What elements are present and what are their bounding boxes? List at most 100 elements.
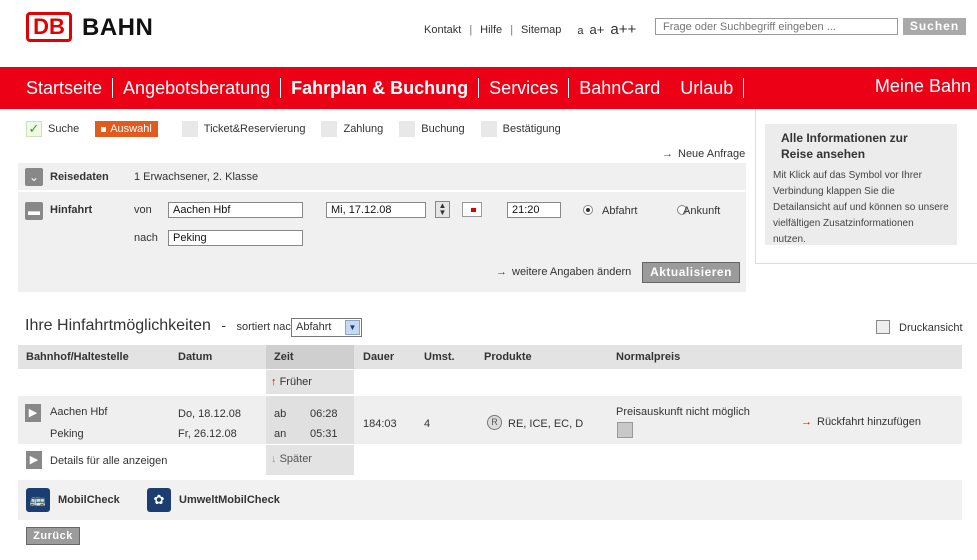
to-station-field[interactable]: Peking	[168, 230, 303, 246]
ankunft-label: Ankunft	[683, 205, 721, 217]
step-label: Zahlung	[343, 123, 384, 135]
umwelt-link[interactable]: UmweltMobilCheck	[179, 494, 280, 506]
col-dauer: Dauer	[363, 351, 395, 363]
ab-label: ab	[274, 408, 287, 420]
weitere-angaben-link[interactable]: → weitere Angaben ändern	[496, 266, 631, 278]
earlier-button[interactable]: ↑ Früher	[266, 370, 354, 394]
an-label: an	[274, 428, 287, 440]
search-input[interactable]	[655, 18, 898, 35]
step-suche[interactable]: ✓ Suche	[26, 121, 79, 137]
print-link[interactable]: Druckansicht	[899, 322, 963, 334]
check-icon: ✓	[26, 121, 42, 137]
mobilcheck-icon[interactable]: 🚌	[26, 488, 50, 512]
arrow-right-icon: →	[662, 148, 673, 160]
nach-label: nach	[134, 232, 158, 244]
arrow-right-icon: →	[496, 266, 507, 278]
duration: 184:03	[363, 418, 397, 430]
info-title: Alle Informationen zur Reise ansehen	[781, 131, 908, 161]
from-station-field[interactable]: Aachen Hbf	[168, 202, 303, 218]
von-label: von	[134, 204, 152, 216]
info-box: Alle Informationen zur Reise ansehen Mit…	[765, 124, 957, 245]
col-produkte: Produkte	[484, 351, 532, 363]
calendar-icon[interactable]	[462, 202, 482, 217]
font-size-medium[interactable]: a+	[590, 22, 605, 37]
search-button[interactable]: Suchen	[903, 18, 966, 35]
earlier-label: Früher	[279, 376, 312, 388]
reisedaten-row: ⌄ Reisedaten 1 Erwachsener, 2. Klasse	[18, 163, 746, 191]
details-all-link[interactable]: Details für alle anzeigen	[50, 455, 167, 467]
chevron-right-icon[interactable]: ▶	[26, 451, 42, 469]
sort-value: Abfahrt	[296, 321, 332, 333]
neue-anfrage-label: Neue Anfrage	[678, 148, 746, 160]
umwelt-icon[interactable]: ✿	[147, 488, 171, 512]
square-bullet-icon	[101, 126, 107, 132]
collapse-toggle-icon[interactable]: ⌄	[25, 168, 43, 186]
logo-text[interactable]: BAHN	[82, 14, 153, 42]
nav-urlaub[interactable]: Urlaub	[670, 78, 745, 98]
aktualisieren-button[interactable]: Aktualisieren	[642, 262, 740, 283]
later-button[interactable]: ↓ Später	[266, 445, 354, 475]
arrow-right-icon: →	[801, 416, 812, 428]
link-sitemap[interactable]: Sitemap	[521, 24, 561, 36]
col-bahnhof: Bahnhof/Haltestelle	[26, 351, 129, 363]
abfahrt-radio[interactable]	[583, 205, 593, 215]
step-box-icon	[399, 121, 416, 137]
date-field[interactable]: Mi, 17.12.08	[326, 202, 426, 218]
results-title-text: Ihre Hinfahrtmöglichkeiten	[25, 317, 211, 334]
time-dep: 06:28	[310, 408, 338, 420]
step-buchung: Buchung	[399, 121, 465, 137]
step-label: Ticket&Reservierung	[203, 123, 306, 135]
db-logo[interactable]: DB	[26, 12, 72, 42]
font-size-large[interactable]: a++	[610, 21, 636, 38]
font-size-small[interactable]: a	[577, 25, 583, 37]
col-umst: Umst.	[424, 351, 455, 363]
reservation-icon: R	[487, 415, 502, 430]
rueckfahrt-link[interactable]: → Rückfahrt hinzufügen	[801, 416, 921, 428]
time-cell: ab 06:28 an 05:31	[266, 396, 354, 444]
step-label: Bestätigung	[502, 123, 561, 135]
nav-startseite[interactable]: Startseite	[0, 78, 114, 98]
from-station: Aachen Hbf	[50, 406, 108, 418]
top-links: Kontakt | Hilfe | Sitemap a a+ a++	[424, 21, 636, 38]
nav-services[interactable]: Services	[479, 78, 570, 98]
results-dash: -	[221, 317, 226, 333]
arrow-down-icon: ↓	[271, 453, 277, 465]
date-arr: Fr, 26.12.08	[178, 428, 237, 440]
date-stepper-icon[interactable]: ▲ ▼	[435, 201, 450, 218]
table-row: ▶ Aachen Hbf Peking Do, 18.12.08 Fr, 26.…	[18, 396, 962, 444]
step-box-icon	[181, 121, 198, 137]
later-label: Später	[279, 453, 312, 465]
arrow-up-icon: ↑	[271, 376, 277, 388]
step-bestaetigung: Bestätigung	[480, 121, 561, 137]
neue-anfrage-link[interactable]: → Neue Anfrage	[662, 148, 745, 160]
nav-bahncard[interactable]: BahnCard	[569, 78, 670, 98]
step-ticket: Ticket&Reservierung	[181, 121, 306, 137]
separator: |	[469, 23, 473, 36]
step-label: Suche	[48, 123, 80, 135]
step-box-icon	[321, 121, 338, 137]
mobilcheck-link[interactable]: MobilCheck	[58, 494, 120, 506]
back-button[interactable]: Zurück	[26, 527, 80, 545]
rueckfahrt-label: Rückfahrt hinzufügen	[817, 416, 921, 428]
nav-fahrplan-buchung[interactable]: Fahrplan & Buchung	[281, 78, 480, 98]
nav-meine-bahn[interactable]: Meine Bahn	[875, 76, 971, 97]
chevron-right-icon[interactable]: ▶	[25, 404, 41, 422]
abfahrt-label: Abfahrt	[602, 205, 638, 217]
sort-select[interactable]: Abfahrt ▼	[291, 318, 362, 337]
link-hilfe[interactable]: Hilfe	[480, 24, 502, 36]
link-kontakt[interactable]: Kontakt	[424, 24, 461, 36]
reisedaten-label: Reisedaten	[50, 171, 109, 183]
chevron-down-icon: ▼	[345, 320, 360, 335]
printer-icon[interactable]	[876, 320, 890, 334]
products: RE, ICE, EC, D	[508, 418, 584, 430]
step-zahlung: Zahlung	[321, 121, 383, 137]
nav-angebotsberatung[interactable]: Angebotsberatung	[113, 78, 282, 98]
reisedaten-value: 1 Erwachsener, 2. Klasse	[134, 171, 259, 183]
font-size-controls: a a+ a++	[577, 21, 636, 38]
date-dep: Do, 18.12.08	[178, 408, 241, 420]
weitere-label: weitere Angaben ändern	[512, 266, 632, 278]
time-field[interactable]: 21:20	[507, 202, 561, 218]
step-label: Buchung	[421, 123, 465, 135]
changes: 4	[424, 418, 431, 430]
hinfahrt-label: Hinfahrt	[50, 204, 93, 216]
